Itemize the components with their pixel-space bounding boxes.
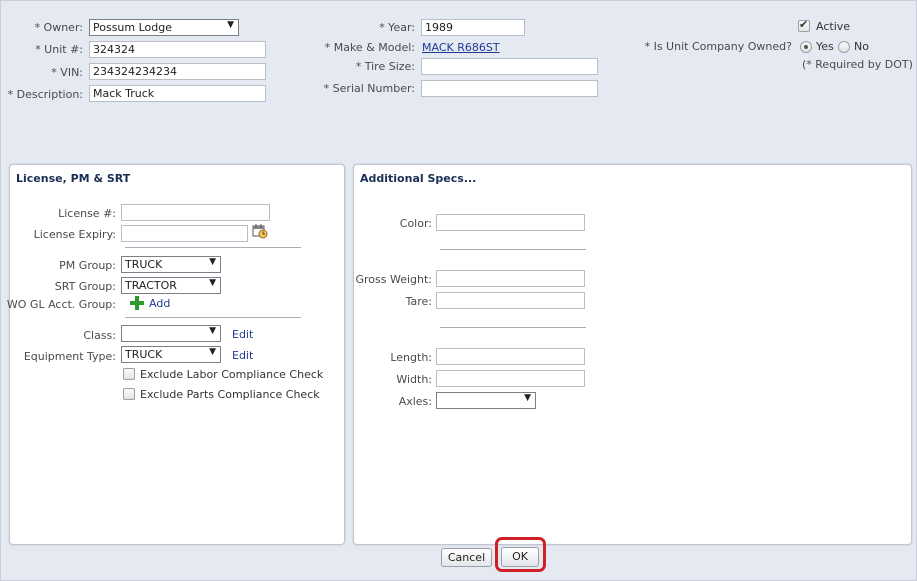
exclude-parts-label: Exclude Parts Compliance Check — [140, 388, 320, 401]
company-owned-yes-label: Yes — [816, 40, 834, 53]
license-no-input[interactable] — [121, 204, 270, 221]
year-input[interactable]: 1989 — [421, 19, 525, 36]
class-select[interactable]: ▼ — [121, 325, 221, 342]
exclude-parts-checkbox[interactable] — [123, 388, 135, 400]
company-owned-label: * Is Unit Company Owned? — [644, 40, 792, 53]
vin-input[interactable]: 234324234234 — [89, 63, 266, 80]
dot-required-note: (* Required by DOT) — [802, 58, 913, 71]
unit-label: * Unit #: — [35, 43, 83, 56]
tare-label: Tare: — [405, 295, 432, 308]
class-label: Class: — [83, 329, 116, 342]
pm-group-select[interactable]: TRUCK ▼ — [121, 256, 221, 273]
chevron-down-icon: ▼ — [209, 278, 216, 288]
length-label: Length: — [390, 351, 432, 364]
color-input[interactable] — [436, 214, 585, 231]
wo-gl-label: WO GL Acct. Group: — [6, 298, 116, 311]
chevron-down-icon: ▼ — [524, 393, 531, 403]
gross-weight-label: Gross Weight: — [355, 273, 432, 286]
license-no-label: License #: — [58, 207, 116, 220]
equipment-type-value: TRUCK — [125, 348, 163, 361]
divider — [440, 249, 586, 250]
active-checkbox[interactable] — [798, 18, 810, 32]
tire-size-input[interactable] — [421, 58, 598, 75]
company-owned-yes-radio[interactable] — [800, 41, 812, 53]
srt-group-select[interactable]: TRACTOR ▼ — [121, 277, 221, 294]
add-icon[interactable] — [130, 296, 144, 310]
license-pm-srt-panel: License, PM & SRT License #: License Exp… — [6, 164, 345, 545]
specs-panel-title: Additional Specs... — [360, 172, 477, 185]
cancel-button[interactable]: Cancel — [441, 548, 492, 567]
color-label: Color: — [399, 217, 432, 230]
vin-label: * VIN: — [51, 66, 83, 79]
chevron-down-icon: ▼ — [209, 347, 216, 357]
equipment-type-edit-link[interactable]: Edit — [232, 349, 253, 362]
class-edit-link[interactable]: Edit — [232, 328, 253, 341]
active-label: Active — [816, 20, 851, 33]
serial-number-label: * Serial Number: — [323, 82, 415, 95]
owner-value: Possum Lodge — [93, 21, 173, 34]
description-input[interactable]: Mack Truck — [89, 85, 266, 102]
width-input[interactable] — [436, 370, 585, 387]
pm-group-label: PM Group: — [59, 259, 116, 272]
make-model-label: * Make & Model: — [324, 41, 415, 54]
chevron-down-icon: ▼ — [209, 326, 216, 336]
equipment-type-label: Equipment Type: — [23, 350, 116, 363]
gross-weight-input[interactable] — [436, 270, 585, 287]
equipment-dialog: * Owner: Possum Lodge ▼ * Unit #: 324324… — [0, 0, 917, 581]
exclude-labor-label: Exclude Labor Compliance Check — [140, 368, 324, 381]
pm-group-value: TRUCK — [125, 258, 163, 271]
owner-label: * Owner: — [34, 21, 83, 34]
divider — [125, 247, 301, 248]
wo-gl-add-link[interactable]: Add — [149, 297, 170, 310]
length-input[interactable] — [436, 348, 585, 365]
company-owned-no-radio[interactable] — [838, 41, 850, 53]
unit-input[interactable]: 324324 — [89, 41, 266, 58]
equipment-type-select[interactable]: TRUCK ▼ — [121, 346, 221, 363]
calendar-icon[interactable] — [252, 223, 268, 239]
width-label: Width: — [396, 373, 432, 386]
exclude-labor-checkbox[interactable] — [123, 368, 135, 380]
ok-button[interactable]: OK — [501, 547, 539, 567]
divider — [440, 327, 586, 328]
license-panel-title: License, PM & SRT — [16, 172, 131, 185]
chevron-down-icon: ▼ — [209, 257, 216, 267]
chevron-down-icon: ▼ — [227, 20, 234, 30]
license-expiry-label: License Expiry: — [33, 228, 116, 241]
additional-specs-panel: Additional Specs... Color: Gross Weight:… — [353, 164, 912, 545]
company-owned-no-label: No — [854, 40, 869, 53]
divider — [125, 317, 301, 318]
tare-input[interactable] — [436, 292, 585, 309]
make-model-link[interactable]: MACK R686ST — [422, 41, 500, 54]
year-label: * Year: — [379, 21, 415, 34]
owner-select[interactable]: Possum Lodge ▼ — [89, 19, 239, 36]
serial-number-input[interactable] — [421, 80, 598, 97]
description-label: * Description: — [7, 88, 83, 101]
license-expiry-input[interactable] — [121, 225, 248, 242]
axles-select[interactable]: ▼ — [436, 392, 536, 409]
axles-label: Axles: — [398, 395, 432, 408]
tire-size-label: * Tire Size: — [355, 60, 415, 73]
srt-group-label: SRT Group: — [54, 280, 116, 293]
srt-group-value: TRACTOR — [125, 279, 177, 292]
